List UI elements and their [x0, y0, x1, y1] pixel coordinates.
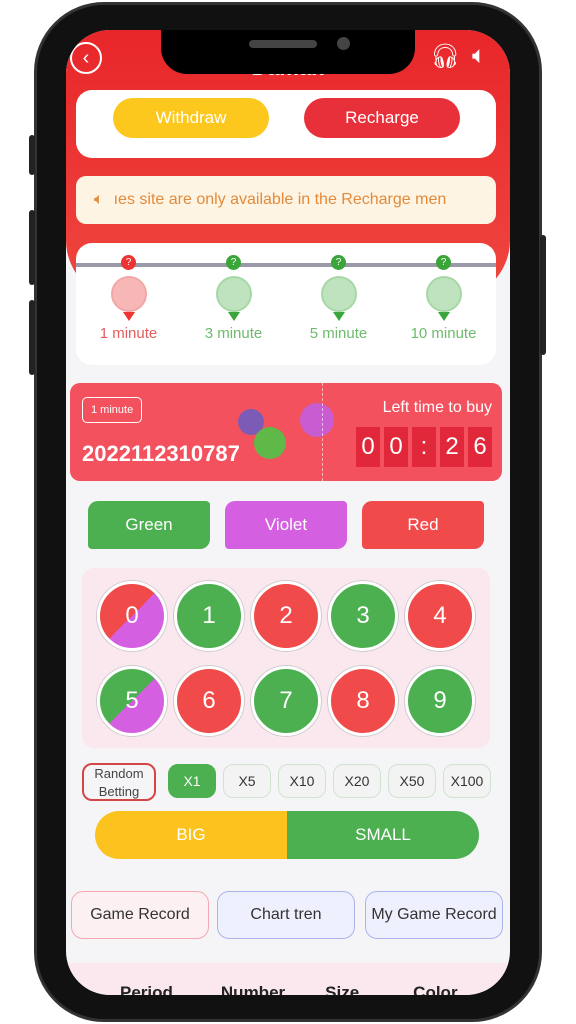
notice-bar: 🔈︎ ıes site are only available in the Re… [76, 176, 496, 224]
number-ball-2[interactable]: 2 [251, 581, 321, 651]
chart-trend-tab[interactable]: Chart tren [217, 891, 355, 939]
timer-3-minute[interactable]: ? 3 minute [181, 255, 286, 342]
countdown: 0 0 : 2 6 [352, 427, 492, 467]
notch [161, 30, 415, 74]
clock-icon [320, 276, 357, 312]
clock-icon [425, 276, 462, 312]
column-period: Period [120, 983, 173, 995]
column-color: Color [413, 983, 458, 995]
game-record-tab[interactable]: Game Record [71, 891, 209, 939]
phone-button [29, 300, 35, 375]
phone-button [29, 135, 35, 175]
multiplier-x100[interactable]: X100 [443, 764, 491, 798]
multiplier-x5[interactable]: X5 [223, 764, 271, 798]
record-table-header: Period Number Size Color [66, 963, 510, 995]
number-ball-7[interactable]: 7 [251, 666, 321, 736]
timer-selector: ? 1 minute ? 3 minute ? 5 minute ? 10 mi… [76, 243, 496, 365]
timer-1-minute[interactable]: ? 1 minute [76, 255, 181, 342]
left-time-label: Left time to buy [382, 399, 492, 416]
notice-text: ıes site are only available in the Recha… [113, 191, 447, 208]
chevron-left-icon: ‹ [82, 46, 90, 69]
clock-icon [110, 276, 147, 312]
column-size: Size [325, 983, 360, 995]
speaker-icon[interactable]: 🔈︎ [472, 42, 486, 70]
number-ball-3[interactable]: 3 [328, 581, 398, 651]
number-ball-6[interactable]: 6 [174, 666, 244, 736]
withdraw-button[interactable]: Withdraw [113, 98, 269, 138]
phone-button [540, 235, 546, 355]
clock-icon [215, 276, 252, 312]
my-game-record-tab[interactable]: My Game Record [365, 891, 503, 939]
number-ball-5[interactable]: 5 [97, 666, 167, 736]
random-betting-button[interactable]: Random Betting [82, 763, 156, 801]
number-ball-1[interactable]: 1 [174, 581, 244, 651]
round-card: 1 minute 2022112310787 Left time to buy … [70, 383, 502, 481]
phone-button [29, 210, 35, 285]
app-screen: ‹ Daman 🎧︎ 🔈︎ Withdraw Recharge 🔈︎ ıes s… [66, 30, 510, 995]
small-button[interactable]: SMALL [287, 811, 479, 859]
number-ball-0[interactable]: 0 [97, 581, 167, 651]
recharge-button[interactable]: Recharge [304, 98, 460, 138]
number-ball-8[interactable]: 8 [328, 666, 398, 736]
timer-5-minute[interactable]: ? 5 minute [286, 255, 391, 342]
speaker-icon: 🔈︎ [94, 191, 104, 208]
headset-icon[interactable]: 🎧︎ [430, 42, 460, 71]
multiplier-x20[interactable]: X20 [333, 764, 381, 798]
number-ball-4[interactable]: 4 [405, 581, 475, 651]
multiplier-x10[interactable]: X10 [278, 764, 326, 798]
period-number: 2022112310787 [82, 441, 240, 466]
red-button[interactable]: Red [362, 501, 484, 549]
number-ball-9[interactable]: 9 [405, 666, 475, 736]
round-badge: 1 minute [82, 397, 143, 423]
multiplier-x1[interactable]: X1 [168, 764, 216, 798]
column-number: Number [220, 983, 286, 995]
multiplier-x50[interactable]: X50 [388, 764, 436, 798]
back-button[interactable]: ‹ [70, 42, 102, 74]
violet-button[interactable]: Violet [225, 501, 347, 549]
green-button[interactable]: Green [88, 501, 210, 549]
lottery-balls-image [230, 403, 334, 473]
big-button[interactable]: BIG [95, 811, 287, 859]
timer-10-minute[interactable]: ? 10 minute [391, 255, 496, 342]
